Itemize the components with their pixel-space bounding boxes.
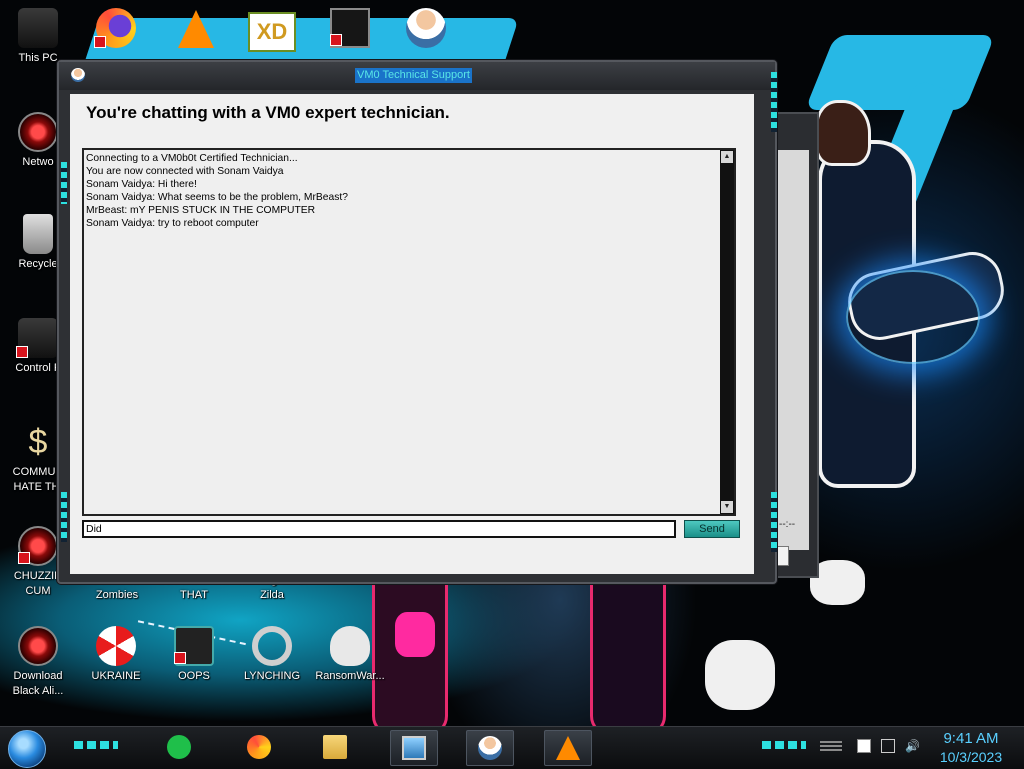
background-window-dimension: --:-- <box>779 519 796 530</box>
chat-line: MrBeast: mY PENIS STUCK IN THE COMPUTER <box>86 205 316 216</box>
firefox-icon <box>94 8 136 48</box>
chat-line: You are now connected with Sonam Vaidya <box>86 166 284 177</box>
folder-icon <box>323 735 347 759</box>
chat-lines: Connecting to a VM0b0t Certified Technic… <box>86 152 714 230</box>
desktop-icon-label: UKRAINE <box>91 670 141 682</box>
scroll-down-icon[interactable]: ▼ <box>721 501 733 513</box>
taskbar-button-monitor[interactable] <box>390 730 438 766</box>
chat-line: Sonam Vaidya: Hi there! <box>86 179 197 190</box>
desktop-icon-vlc[interactable] <box>158 8 234 48</box>
chat-line: Sonam Vaidya: try to reboot computer <box>86 218 259 229</box>
recycle-bin-icon <box>23 214 53 254</box>
window-neon-accent <box>771 72 777 132</box>
scroll-up-icon[interactable]: ▲ <box>721 151 733 163</box>
desktop-icon-ransomware[interactable]: RansomWar... <box>312 626 388 684</box>
taskbar-neon-accent <box>762 741 806 749</box>
message-input[interactable] <box>82 520 676 538</box>
send-button[interactable]: Send <box>684 520 740 538</box>
desktop-icon-xd[interactable]: XD <box>234 12 310 52</box>
vlc-icon <box>178 10 214 48</box>
xd-icon: XD <box>248 12 296 52</box>
action-center-flag-icon[interactable] <box>857 739 871 753</box>
network-icon <box>18 112 58 152</box>
taskbar-button-explorer[interactable] <box>312 730 358 764</box>
wallpaper-leg-right <box>590 560 666 736</box>
maze-icon <box>330 8 370 48</box>
chat-scrollbar[interactable]: ▲ ▼ <box>720 150 734 514</box>
wallpaper-pink-shape <box>395 612 435 657</box>
doctor-icon <box>478 736 502 760</box>
firefox-icon <box>247 735 271 759</box>
money-bag-icon: $ <box>28 423 48 461</box>
desktop-icon-ukraine[interactable]: UKRAINE <box>78 626 154 684</box>
taskbar-button-technician[interactable] <box>466 730 514 766</box>
spotify-icon <box>167 735 191 759</box>
wallpaper-figure-head <box>815 100 871 166</box>
noose-icon <box>252 626 292 666</box>
shortcut-arrow-icon <box>18 552 30 564</box>
chat-headline: You're chatting with a VM0 expert techni… <box>86 103 450 122</box>
desktop-icon-maze[interactable] <box>312 8 388 48</box>
desktop-icon-firefox[interactable] <box>78 8 154 48</box>
desktop-icon-label: LYNCHING <box>243 670 301 682</box>
chuzzle-icon <box>18 526 58 566</box>
shortcut-arrow-icon <box>94 36 106 48</box>
chat-log[interactable]: Connecting to a VM0b0t Certified Technic… <box>82 148 736 516</box>
doctor-icon <box>406 8 446 48</box>
volume-icon[interactable]: 🔊 <box>905 739 920 753</box>
technician-app-icon <box>71 68 85 82</box>
desktop-icon-label: Download Black Ali... <box>12 670 64 697</box>
taskbar-button-firefox[interactable] <box>236 730 282 764</box>
window-neon-accent <box>61 492 67 542</box>
show-desktop-icon[interactable] <box>820 741 842 753</box>
vlc-icon <box>556 736 580 760</box>
wallpaper-logo-right <box>804 35 996 110</box>
desktop-icon-doctor[interactable] <box>388 8 464 48</box>
chat-window-client: You're chatting with a VM0 expert techni… <box>70 94 754 574</box>
desktop-icon-lynching[interactable]: LYNCHING <box>234 626 310 684</box>
desktop-icon-label: RansomWar... <box>315 670 385 682</box>
taskbar-neon-accent <box>74 741 118 749</box>
control-panel-icon <box>16 318 58 358</box>
shortcut-arrow-icon <box>330 34 342 46</box>
pc-icon <box>18 8 58 48</box>
desktop-icon-label: OOPS <box>178 670 210 682</box>
chat-line: Connecting to a VM0b0t Certified Technic… <box>86 153 298 164</box>
radiation-icon <box>96 626 136 666</box>
wallpaper-glow <box>846 270 980 364</box>
window-title: VM0 Technical Support <box>355 68 472 83</box>
clock-date: 10/3/2023 <box>939 749 1003 765</box>
desktop-icon-oops[interactable]: OOPS <box>156 626 232 684</box>
taskbar-clock[interactable]: 9:41 AM 10/3/2023 <box>926 730 1016 766</box>
taskbar: 🔊 9:41 AM 10/3/2023 <box>0 726 1024 769</box>
taskbar-button-vlc[interactable] <box>544 730 592 766</box>
shortcut-arrow-icon <box>16 346 28 358</box>
window-neon-accent <box>771 492 777 552</box>
desktop-icon-this-pc[interactable]: This PC <box>0 8 76 66</box>
desktop-icon-download[interactable]: Download Black Ali... <box>0 626 76 699</box>
shortcut-arrow-icon <box>174 652 186 664</box>
clock-time: 9:41 AM <box>943 730 999 747</box>
start-button[interactable] <box>8 730 46 768</box>
skull-icon <box>330 626 370 666</box>
title-bar[interactable]: VM0 Technical Support <box>59 62 775 90</box>
network-icon[interactable] <box>881 739 895 753</box>
monitor-icon <box>402 736 426 760</box>
download-icon <box>18 626 58 666</box>
chat-window[interactable]: VM0 Technical Support You're chatting wi… <box>57 60 777 584</box>
oops-icon <box>174 626 214 666</box>
window-neon-accent <box>61 162 67 204</box>
chat-line: Sonam Vaidya: What seems to be the probl… <box>86 192 348 203</box>
taskbar-button-spotify[interactable] <box>156 730 202 764</box>
wallpaper-shoe-left <box>705 640 775 710</box>
